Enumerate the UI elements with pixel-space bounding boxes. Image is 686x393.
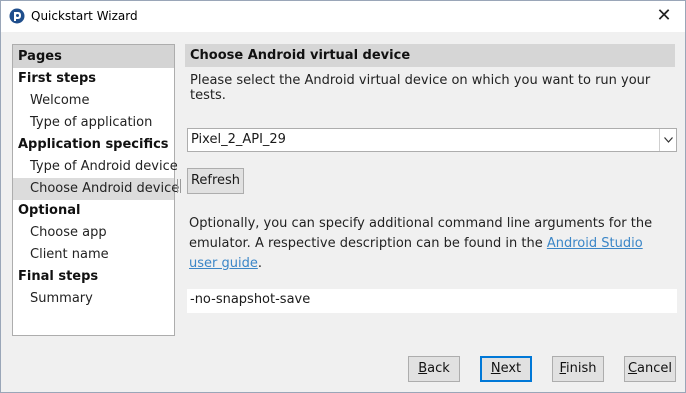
cancel-mnemonic: C [627,361,638,376]
next-label: ext [500,361,522,376]
optional-text-end: . [257,256,262,271]
chevron-down-icon[interactable] [659,129,676,151]
window-title: Quickstart Wizard [31,9,138,23]
sidebar-header: Pages [13,45,174,68]
sidebar-section-final-steps: Final steps [18,269,99,284]
title-bar: Quickstart Wizard ✕ [1,1,685,32]
refresh-button[interactable]: Refresh [187,168,244,194]
sidebar-section-optional: Optional [18,203,81,218]
back-mnemonic: B [418,361,428,376]
next-button[interactable]: Next [480,356,532,382]
cancel-button[interactable]: Cancel [624,356,676,382]
splitter-handle[interactable] [177,179,181,193]
app-logo-icon [9,8,25,24]
page-description: Please select the Android virtual device… [190,73,651,103]
device-select-value: Pixel_2_API_29 [191,132,286,147]
sidebar-item-summary[interactable]: Summary [13,288,174,310]
back-button[interactable]: Back [408,356,460,382]
sidebar-section-first-steps: First steps [18,71,97,86]
device-select[interactable]: Pixel_2_API_29 [187,128,677,152]
main-panel: Choose Android virtual device Please sel… [185,44,677,313]
page-title: Choose Android virtual device [185,44,675,67]
emulator-args-field[interactable]: -no-snapshot-save [187,289,677,313]
back-label: ack [427,361,450,376]
sidebar-item-client-name[interactable]: Client name [13,244,174,266]
next-mnemonic: N [490,361,501,376]
finish-button[interactable]: Finish [552,356,604,382]
wizard-window: Quickstart Wizard ✕ Pages First steps We… [0,0,686,393]
sidebar-item-type-of-android-device[interactable]: Type of Android device [13,156,178,178]
cancel-label: ancel [637,361,673,376]
sidebar-item-choose-android-device[interactable]: Choose Android device [13,178,179,200]
pages-sidebar: Pages First steps Welcome Type of applic… [12,44,179,336]
sidebar-item-choose-app[interactable]: Choose app [13,222,174,244]
close-icon[interactable]: ✕ [653,5,675,27]
sidebar-item-welcome[interactable]: Welcome [13,90,174,112]
sidebar-item-type-of-application[interactable]: Type of application [13,112,174,134]
finish-label: inish [566,361,597,376]
sidebar-section-application-specifics: Application specifics [18,137,169,152]
optional-args-description: Optionally, you can specify additional c… [189,214,659,274]
